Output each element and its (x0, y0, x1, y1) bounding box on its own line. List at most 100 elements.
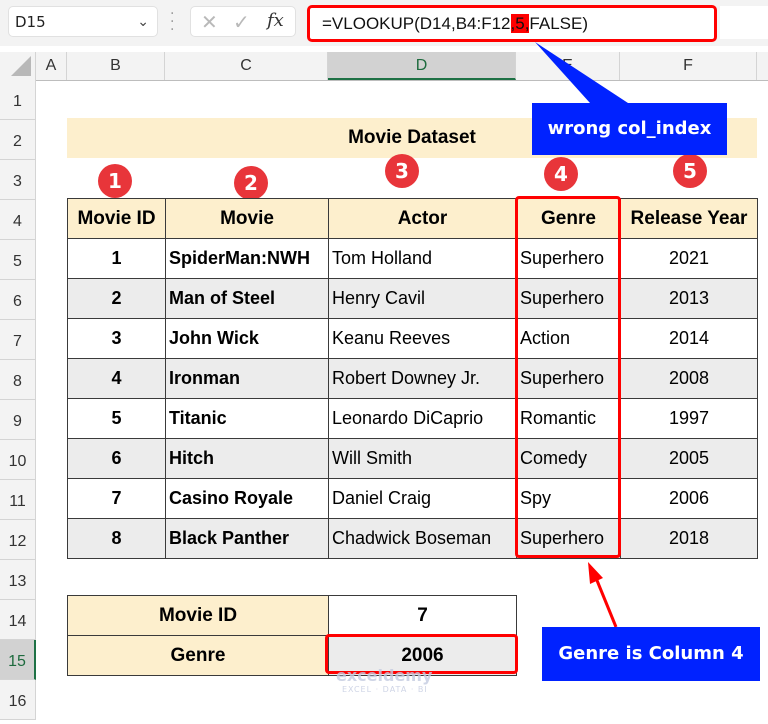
movie-table: Movie ID Movie Actor Genre Release Year … (67, 198, 758, 559)
row-header-12[interactable]: 12 (0, 520, 36, 560)
cell-movie-id[interactable]: 7 (67, 478, 166, 519)
row-header-16[interactable]: 16 (0, 680, 36, 720)
table-row: 7 Casino Royale Daniel Craig Spy 2006 (67, 478, 758, 519)
lookup-id-label[interactable]: Movie ID (67, 595, 329, 636)
cell-movie[interactable]: SpiderMan:NWH (165, 238, 329, 279)
cell-movie[interactable]: Titanic (165, 398, 329, 439)
cell-movie[interactable]: Black Panther (165, 518, 329, 559)
cell-movie-id[interactable]: 1 (67, 238, 166, 279)
drag-handle-icon[interactable]: · · · (170, 7, 174, 37)
row-header-4[interactable]: 4 (0, 200, 36, 240)
cell-movie-id[interactable]: 6 (67, 438, 166, 479)
header-movie-id[interactable]: Movie ID (67, 198, 166, 239)
column-header-g[interactable] (757, 52, 768, 80)
row-header-3[interactable]: 3 (0, 160, 36, 200)
row-header-5[interactable]: 5 (0, 240, 36, 280)
cell-movie[interactable]: John Wick (165, 318, 329, 359)
lookup-result-label[interactable]: Genre (67, 635, 329, 676)
row-header-13[interactable]: 13 (0, 560, 36, 600)
column-number-badge-1: 1 (98, 164, 132, 198)
formula-text-after: FALSE) (529, 14, 589, 33)
row-header-15[interactable]: 15 (0, 640, 36, 680)
name-box-value: D15 (15, 13, 46, 31)
formula-buttons: ✕ ✓ fx (190, 6, 296, 37)
cell-release-year[interactable]: 2013 (620, 278, 758, 319)
cell-actor[interactable]: Robert Downey Jr. (328, 358, 517, 399)
table-row: 8 Black Panther Chadwick Boseman Superhero 2… (67, 518, 758, 559)
enter-icon[interactable]: ✓ (233, 10, 250, 34)
cell-actor[interactable]: Keanu Reeves (328, 318, 517, 359)
table-row: 6 Hitch Will Smith Comedy 2005 (67, 438, 758, 479)
cell-movie-id[interactable]: 8 (67, 518, 166, 559)
column-number-badge-2: 2 (234, 166, 268, 200)
genre-column-highlight (515, 196, 621, 558)
name-box[interactable]: D15 ⌄ (8, 6, 158, 37)
header-divider (0, 80, 768, 81)
cell-movie-id[interactable]: 2 (67, 278, 166, 319)
cell-release-year[interactable]: 1997 (620, 398, 758, 439)
row-header-9[interactable]: 9 (0, 400, 36, 440)
cell-actor[interactable]: Will Smith (328, 438, 517, 479)
column-number-badge-4: 4 (544, 157, 578, 191)
table-row: 3 John Wick Keanu Reeves Action 2014 (67, 318, 758, 359)
row-header-2[interactable]: 2 (0, 120, 36, 160)
callout-wrong-col-index: wrong col_index (532, 103, 727, 155)
cell-movie[interactable]: Man of Steel (165, 278, 329, 319)
cell-release-year[interactable]: 2005 (620, 438, 758, 479)
column-header-c[interactable]: C (165, 52, 328, 80)
cell-release-year[interactable]: 2018 (620, 518, 758, 559)
formula-bar-extension (720, 6, 768, 39)
chevron-down-icon[interactable]: ⌄ (137, 7, 149, 37)
cell-actor[interactable]: Tom Holland (328, 238, 517, 279)
row-header-10[interactable]: 10 (0, 440, 36, 480)
row-header-7[interactable]: 7 (0, 320, 36, 360)
cell-release-year[interactable]: 2021 (620, 238, 758, 279)
cell-movie[interactable]: Casino Royale (165, 478, 329, 519)
table-row: 2 Man of Steel Henry Cavil Superhero 2013 (67, 278, 758, 319)
column-header-f[interactable]: F (620, 52, 757, 80)
cell-movie[interactable]: Ironman (165, 358, 329, 399)
watermark-tagline: EXCEL · DATA · BI (342, 685, 428, 694)
insert-function-icon[interactable]: fx (267, 10, 284, 31)
column-header-a[interactable]: A (36, 52, 67, 80)
watermark: exceldemy EXCEL · DATA · BI (316, 666, 432, 694)
lookup-id-value[interactable]: 7 (328, 595, 517, 636)
column-header-d[interactable]: D (328, 52, 516, 80)
cell-movie-id[interactable]: 3 (67, 318, 166, 359)
row-header-6[interactable]: 6 (0, 280, 36, 320)
cell-release-year[interactable]: 2006 (620, 478, 758, 519)
watermark-brand: exceldemy (336, 666, 433, 685)
cell-actor[interactable]: Henry Cavil (328, 278, 517, 319)
row-header-8[interactable]: 8 (0, 360, 36, 400)
cell-release-year[interactable]: 2014 (620, 318, 758, 359)
annotation-arrow-head (588, 562, 603, 584)
cell-movie[interactable]: Hitch (165, 438, 329, 479)
cell-actor[interactable]: Chadwick Boseman (328, 518, 517, 559)
cell-release-year[interactable]: 2008 (620, 358, 758, 399)
annotation-arrow-line (594, 577, 618, 628)
column-header-b[interactable]: B (67, 52, 165, 80)
header-release-year[interactable]: Release Year (620, 198, 758, 239)
select-all-triangle-icon (11, 56, 31, 76)
cell-actor[interactable]: Leonardo DiCaprio (328, 398, 517, 439)
column-number-badge-3: 3 (385, 154, 419, 188)
row-header-11[interactable]: 11 (0, 480, 36, 520)
callout-genre-column: Genre is Column 4 (542, 627, 760, 681)
formula-bar-input[interactable]: =VLOOKUP(D14,B4:F12,5,FALSE) (307, 5, 717, 42)
header-actor[interactable]: Actor (328, 198, 517, 239)
row-header-1[interactable]: 1 (0, 80, 36, 120)
table-row: 5 Titanic Leonardo DiCaprio Romantic 1997 (67, 398, 758, 439)
cancel-icon[interactable]: ✕ (201, 10, 218, 34)
table-row: 1 SpiderMan:NWH Tom Holland Superhero 2021 (67, 238, 758, 279)
formula-text-before: =VLOOKUP(D14,B4:F12 (322, 14, 511, 33)
column-header-e[interactable]: E (516, 52, 620, 80)
cell-movie-id[interactable]: 5 (67, 398, 166, 439)
select-all-button[interactable] (0, 52, 36, 80)
table-header-row: Movie ID Movie Actor Genre Release Year (67, 198, 758, 239)
cell-actor[interactable]: Daniel Craig (328, 478, 517, 519)
cell-movie-id[interactable]: 4 (67, 358, 166, 399)
table-row: 4 Ironman Robert Downey Jr. Superhero 2008 (67, 358, 758, 399)
header-movie[interactable]: Movie (165, 198, 329, 239)
column-number-badge-5: 5 (673, 154, 707, 188)
row-header-14[interactable]: 14 (0, 600, 36, 640)
